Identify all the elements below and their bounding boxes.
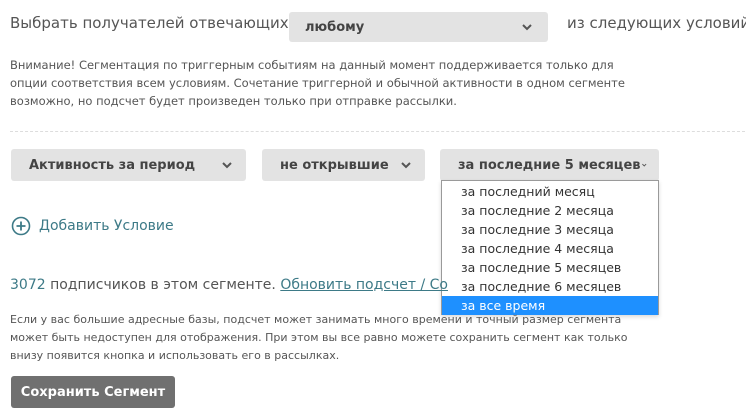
segment-count-line: 3072 подписчиков в этом сегменте. Обнови… xyxy=(10,277,448,293)
condition-field-select[interactable]: Активность за период xyxy=(11,149,246,181)
match-type-value: любому xyxy=(305,19,365,35)
condition-timeframe-value: за последние 5 месяцев xyxy=(458,157,641,173)
subscriber-count: 3072 xyxy=(10,277,46,293)
timeframe-dropdown-list: за последний месяц за последние 2 месяца… xyxy=(441,180,659,315)
add-condition-label: Добавить Условие xyxy=(39,218,174,234)
condition-field-value: Активность за период xyxy=(29,157,196,173)
timeframe-option[interactable]: за последние 5 месяцев xyxy=(442,258,658,277)
save-segment-button[interactable]: Сохранить Сегмент xyxy=(11,376,175,408)
chevron-down-icon xyxy=(222,162,232,169)
chevron-down-icon xyxy=(522,24,532,31)
recipients-label: Выбрать получателей отвечающих xyxy=(10,14,289,32)
conditions-suffix-label: из следующих условий: xyxy=(567,14,746,32)
condition-operator-value: не открывшие xyxy=(280,157,389,173)
condition-timeframe-select[interactable]: за последние 5 месяцев xyxy=(440,149,659,181)
match-type-select[interactable]: любому xyxy=(289,12,548,42)
chevron-down-icon xyxy=(641,163,646,167)
timeframe-option[interactable]: за последние 3 месяца xyxy=(442,220,658,239)
add-condition-button[interactable]: Добавить Условие xyxy=(11,216,174,236)
condition-operator-select[interactable]: не открывшие xyxy=(262,149,425,181)
refresh-count-link[interactable]: Обновить подсчет / Со xyxy=(280,277,448,293)
chevron-down-icon xyxy=(401,162,411,169)
timeframe-option[interactable]: за последние 4 месяца xyxy=(442,239,658,258)
timeframe-option[interactable]: за последние 6 месяцев xyxy=(442,277,658,296)
segmentation-notice: Внимание! Сегментация по триггерным собы… xyxy=(10,58,625,108)
plus-circle-icon xyxy=(11,216,31,236)
divider xyxy=(10,131,745,132)
timeframe-option[interactable]: за последние 2 месяца xyxy=(442,201,658,220)
timeframe-option[interactable]: за последний месяц xyxy=(442,182,658,201)
count-info-text: Если у вас большие адресные базы, подсче… xyxy=(10,313,628,362)
subscriber-count-text: подписчиков в этом сегменте. xyxy=(45,277,281,293)
